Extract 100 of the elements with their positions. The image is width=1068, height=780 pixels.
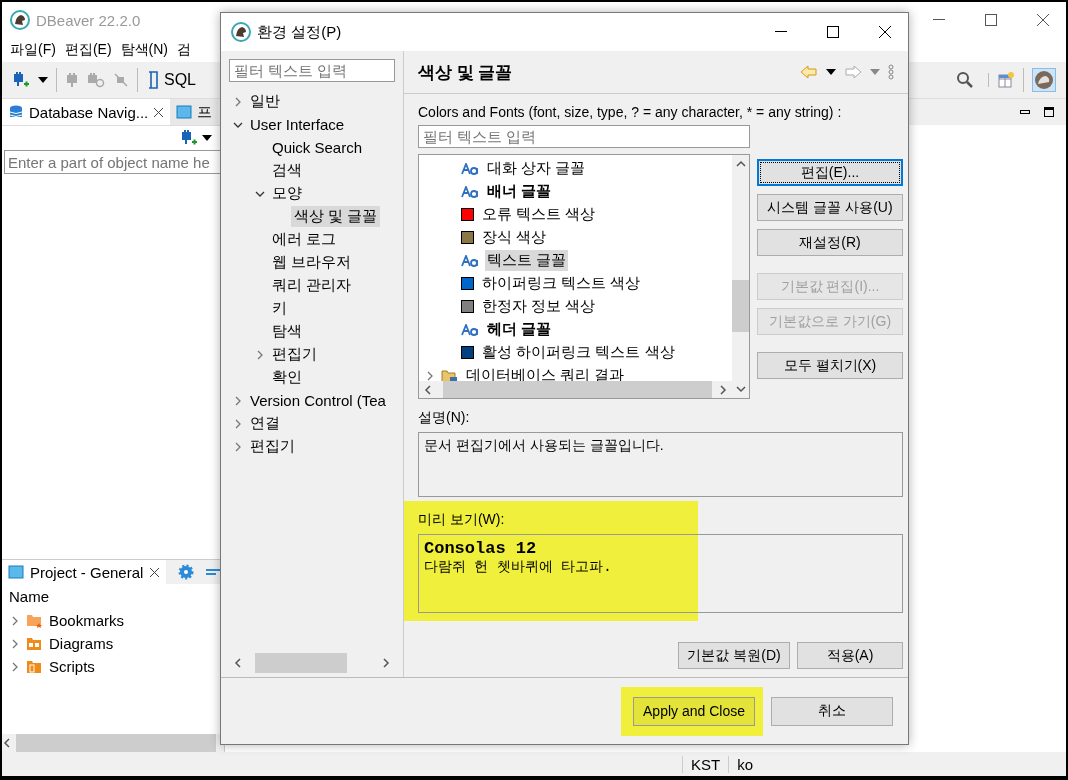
chevron-right-icon[interactable] (10, 615, 20, 626)
tree-item[interactable]: 모양 (269, 183, 305, 204)
side-button[interactable]: 시스템 글꼴 사용(U) (757, 194, 903, 221)
beaver-logo-icon (231, 22, 251, 42)
list-item[interactable]: 헤더 글꼴 (485, 319, 554, 340)
tree-item[interactable]: User Interface (247, 115, 348, 134)
plug-plus-icon[interactable] (180, 129, 198, 147)
folder-icon (26, 659, 43, 674)
tree-item[interactable]: 일반 (247, 91, 283, 112)
menu-item[interactable]: 편집(E) (64, 41, 112, 59)
chevron-right-icon[interactable] (255, 349, 265, 360)
menu-item[interactable]: 탐색(N) (120, 41, 168, 59)
beaver-perspective-icon[interactable] (1032, 68, 1056, 92)
caret-icon[interactable] (202, 135, 212, 141)
dialog-button[interactable]: 취소 (771, 696, 893, 726)
list-item[interactable]: 하이퍼링크 텍스트 색상 (480, 273, 643, 294)
tree-item[interactable]: 검색 (269, 160, 305, 181)
side-button[interactable]: 모두 펼치기(X) (757, 352, 903, 379)
chevron-right-icon[interactable] (425, 370, 435, 381)
gear-icon[interactable] (178, 564, 195, 580)
description-label: 설명(N): (418, 409, 471, 427)
list-item[interactable]: 배너 글꼴 (485, 181, 554, 202)
tree-item[interactable]: Diagrams (49, 635, 114, 652)
tree-item[interactable]: 에러 로그 (269, 229, 340, 250)
close-icon[interactable] (153, 106, 165, 118)
list-item[interactable]: 장식 색상 (480, 227, 549, 248)
preview-label: 미리 보기(W): (418, 511, 506, 529)
side-button[interactable]: 재설정(R) (757, 229, 903, 256)
list-item[interactable]: 한정자 정보 색상 (480, 296, 598, 317)
list-item[interactable]: 대화 상자 글꼴 (485, 158, 588, 179)
dialog-button[interactable]: Apply and Close (633, 696, 755, 726)
scroll-up-icon[interactable] (735, 159, 746, 169)
window-icon (176, 104, 193, 120)
scroll-down-icon[interactable] (735, 384, 746, 394)
vertical-scrollbar[interactable] (732, 155, 749, 398)
close-icon[interactable] (149, 566, 161, 578)
tree-item[interactable]: Bookmarks (49, 612, 125, 629)
scroll-right-icon[interactable] (718, 384, 728, 395)
panel-tab[interactable]: 프 (170, 99, 219, 125)
caret-icon[interactable] (38, 77, 48, 83)
tree-item[interactable]: 편집기 (269, 344, 320, 365)
tree-item[interactable]: Scripts (49, 658, 95, 675)
description-text: 문서 편집기에서 사용되는 글꼴입니다. (424, 437, 664, 453)
page-button[interactable]: 기본값 복원(D) (678, 642, 790, 669)
minimize-icon[interactable] (1020, 109, 1030, 115)
tree-item[interactable]: 연결 (247, 413, 283, 434)
chevron-right-icon[interactable] (233, 418, 243, 429)
scroll-left-icon[interactable] (2, 738, 12, 748)
horizontal-scrollbar[interactable] (2, 734, 224, 752)
perspective-icon[interactable] (997, 71, 1015, 89)
list-item[interactable]: 활성 하이퍼링크 텍스트 색상 (480, 342, 677, 363)
database-icon (8, 104, 24, 120)
sql-editor-button[interactable]: SQL (146, 71, 196, 89)
tree-item[interactable]: 쿼리 관리자 (269, 275, 355, 296)
list-item[interactable]: 오류 텍스트 색상 (480, 204, 598, 225)
tree-item[interactable]: Quick Search (269, 138, 366, 157)
chevron-right-icon[interactable] (233, 96, 243, 107)
chevron-right-icon[interactable] (10, 661, 20, 672)
collapse-icon[interactable] (206, 567, 223, 577)
font-icon (461, 162, 479, 175)
folder-icon (441, 368, 458, 381)
column-header: Name (8, 587, 50, 607)
filter-field[interactable]: 필터 텍스트 입력 (229, 59, 395, 82)
font-icon (461, 185, 479, 198)
font-icon (461, 323, 479, 336)
scrollbar-thumb[interactable] (732, 280, 749, 332)
panel-tab[interactable]: Database Navig... (2, 99, 171, 125)
menu-item[interactable]: 검 (177, 41, 191, 59)
folder-icon (26, 613, 43, 628)
tree-item[interactable]: 웹 브라우저 (269, 252, 355, 273)
scroll-left-icon[interactable] (233, 658, 243, 668)
dialog-title: 환경 설정(P) (257, 22, 342, 42)
folder-icon (26, 636, 43, 651)
tree-item[interactable]: Version Control (Tea (247, 391, 389, 410)
filter-field[interactable]: 필터 텍스트 입력 (418, 125, 750, 148)
window-icon (8, 564, 24, 580)
panel-tab[interactable]: Project - General (2, 560, 167, 584)
preview-sample: 다람쥐 헌 쳇바퀴에 타고파. (424, 558, 613, 576)
tree-item[interactable]: 키 (269, 298, 290, 319)
plug-plus-icon[interactable] (12, 71, 30, 89)
tree-item[interactable]: 확인 (269, 367, 305, 388)
search-icon[interactable] (956, 71, 974, 89)
sql-file-icon (146, 71, 160, 89)
side-button[interactable]: 편집(E)... (757, 159, 903, 186)
maximize-icon[interactable] (1044, 107, 1054, 117)
chevron-right-icon[interactable] (10, 638, 20, 649)
scroll-right-icon[interactable] (381, 658, 391, 668)
chevron-right-icon[interactable] (233, 441, 243, 452)
list-item[interactable]: 텍스트 글꼴 (485, 250, 569, 271)
caret-icon[interactable] (826, 69, 836, 75)
menu-item[interactable]: 파일(F) (10, 41, 56, 59)
chevron-right-icon[interactable] (233, 395, 243, 406)
tree-item[interactable]: 편집기 (247, 436, 298, 457)
status-text: ko (728, 755, 754, 773)
tree-item[interactable]: 탐색 (269, 321, 305, 342)
page-button[interactable]: 적용(A) (797, 642, 903, 669)
tree-item[interactable]: 색상 및 글꼴 (291, 206, 381, 227)
preview-font-name: Consolas 12 (424, 539, 538, 558)
scroll-left-icon[interactable] (423, 384, 433, 395)
horizontal-scrollbar[interactable] (419, 381, 732, 398)
